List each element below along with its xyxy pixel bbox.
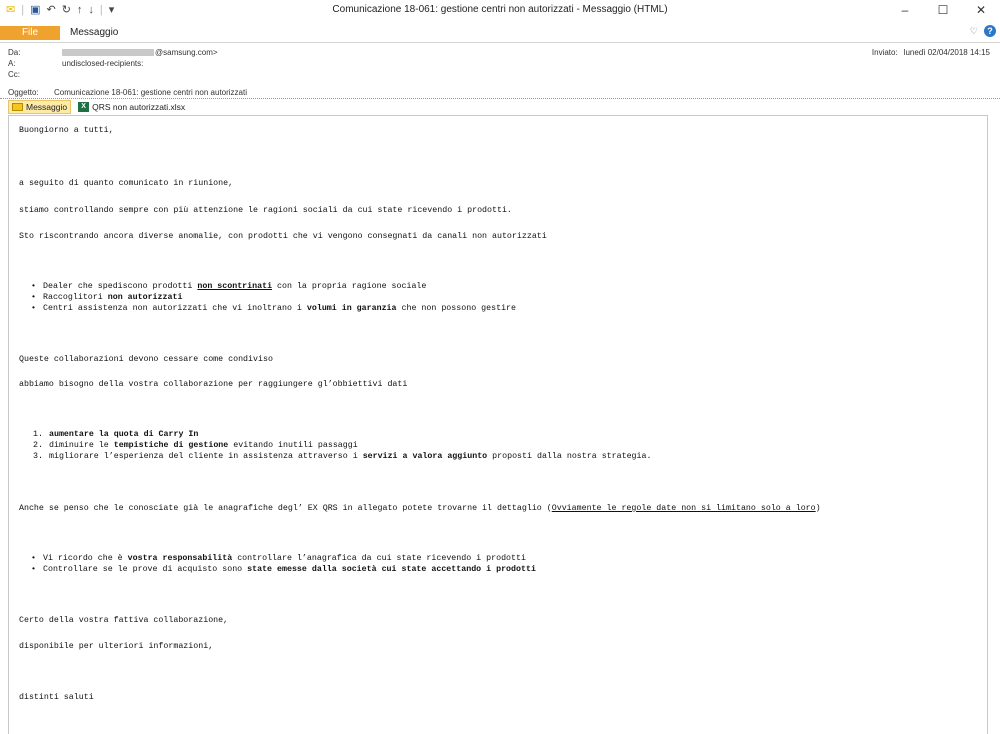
tab-message[interactable]: Messaggio: [70, 26, 118, 40]
bullet-icon: •: [31, 304, 36, 313]
maximize-button[interactable]: ☐: [924, 0, 962, 20]
paragraph: a seguito di quanto comunicato in riunio…: [19, 179, 234, 188]
paragraph: disponibile per ulteriori informazioni,: [19, 642, 214, 651]
attachment-file[interactable]: X QRS non autorizzati.xlsx: [75, 101, 188, 113]
window-title: Comunicazione 18-061: gestione centri no…: [332, 4, 668, 15]
paragraph: stiamo controllando sempre con più atten…: [19, 206, 512, 215]
redo-icon[interactable]: ↻: [62, 3, 71, 17]
minimize-button[interactable]: –: [886, 0, 924, 20]
sent-value: lunedì 02/04/2018 14:15: [903, 48, 990, 57]
paragraph: Sto riscontrando ancora diverse anomalie…: [19, 232, 547, 241]
tab-file[interactable]: File: [0, 26, 60, 40]
customize-qat-icon[interactable]: ▾: [109, 3, 115, 17]
save-icon[interactable]: ▣: [30, 3, 40, 17]
outlook-envelope-icon: ✉: [6, 4, 16, 16]
undo-icon[interactable]: ↶: [46, 3, 55, 17]
sent-info: Inviato: lunedì 02/04/2018 14:15: [872, 48, 990, 57]
to-value[interactable]: undisclosed-recipients:: [62, 59, 143, 69]
sent-label: Inviato:: [871, 48, 898, 57]
help-icon[interactable]: ?: [984, 25, 996, 37]
bullet-icon: •: [31, 565, 36, 574]
bullet-icon: •: [31, 293, 36, 302]
paragraph: Anche se penso che le conosciate già le …: [19, 504, 821, 513]
paragraph: abbiamo bisogno della vostra collaborazi…: [19, 380, 408, 389]
down-arrow-icon[interactable]: ↓: [88, 3, 94, 17]
attachment-message-button[interactable]: Messaggio: [8, 100, 72, 114]
excel-file-icon: X: [78, 102, 90, 112]
subject-value: Comunicazione 18-061: gestione centri no…: [54, 88, 248, 97]
bullet-icon: •: [31, 554, 36, 563]
message-envelope-icon: [12, 103, 23, 111]
redacted-sender: [62, 49, 154, 57]
from-value[interactable]: @samsung.com>: [62, 48, 218, 58]
ribbon: File Messaggio ♡ ?: [0, 20, 1000, 43]
paragraph: Queste collaborazioni devono cessare com…: [19, 355, 273, 364]
window-controls: – ☐ ✕: [886, 0, 1000, 20]
up-arrow-icon[interactable]: ↑: [77, 3, 83, 17]
to-label: A:: [8, 59, 16, 68]
close-button[interactable]: ✕: [962, 0, 1000, 20]
subject-label: Oggetto:: [8, 88, 39, 97]
from-label: Da:: [8, 48, 21, 57]
greeting: Buongiorno a tutti,: [19, 126, 114, 135]
message-body-frame[interactable]: Buongiorno a tutti, a seguito di quanto …: [8, 115, 988, 734]
closing: distinti saluti: [19, 693, 94, 702]
quick-access-toolbar: ✉ | ▣ ↶ ↻ ↑ ↓ | ▾: [6, 3, 115, 17]
paragraph: Certo della vostra fattiva collaborazion…: [19, 616, 229, 625]
title-bar: ✉ | ▣ ↶ ↻ ↑ ↓ | ▾ Comunicazione 18-061: …: [0, 0, 1000, 20]
cc-label: Cc:: [8, 70, 20, 79]
message-header: Da: @samsung.com> A: undisclosed-recipie…: [0, 43, 1000, 99]
attachments-bar: Messaggio X QRS non autorizzati.xlsx: [8, 100, 188, 114]
ribbon-expand-icon[interactable]: ♡: [970, 26, 978, 37]
bullet-icon: •: [31, 282, 36, 291]
